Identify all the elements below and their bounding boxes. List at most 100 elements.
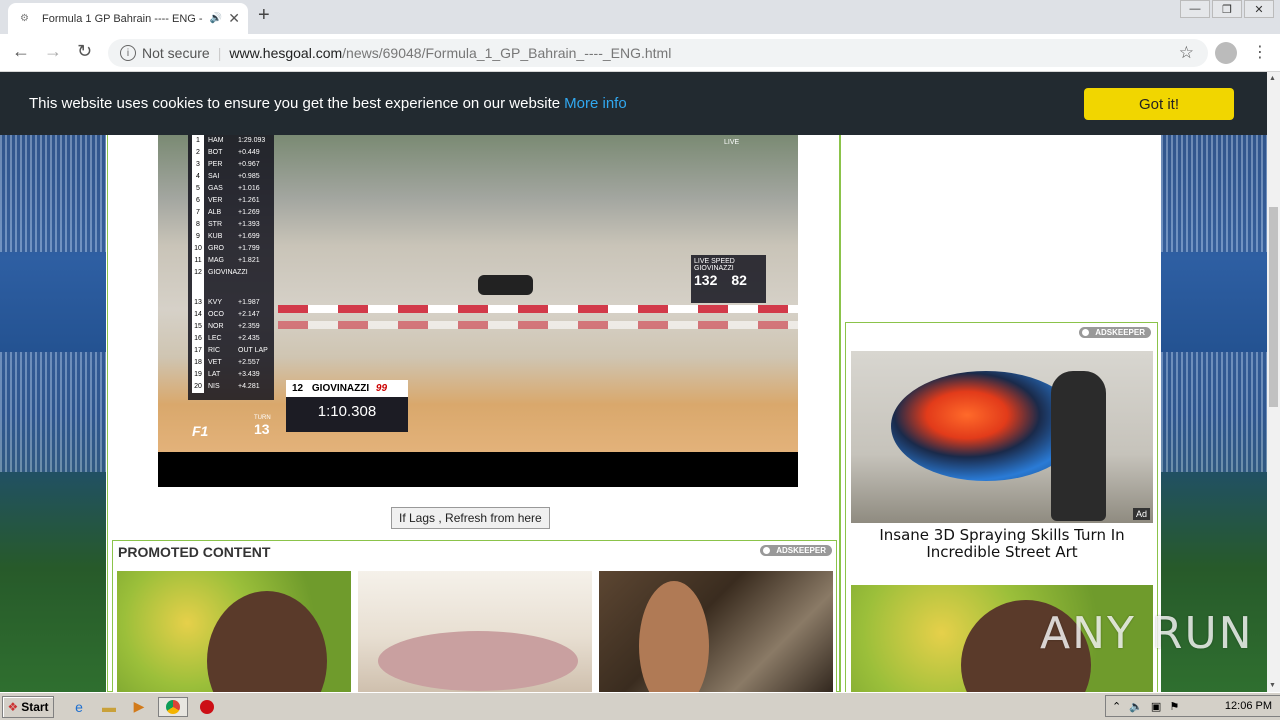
crowd-graphic [0,132,106,252]
leaderboard-position: 10 [192,243,204,255]
chrome-taskbar-icon[interactable] [158,696,188,717]
ad-badge: Ad [1132,508,1150,520]
profile-avatar[interactable] [1215,42,1237,64]
promoted-heading: PROMOTED CONTENT [118,544,271,560]
internet-explorer-icon[interactable]: e [68,697,90,717]
info-icon[interactable]: i [120,45,136,61]
minimize-button[interactable]: — [1180,0,1210,18]
start-button[interactable]: ❖ Start [2,695,54,718]
leaderboard-row: 10 GRO +1.799 [188,243,274,255]
leaderboard-row: 20 NIS +4.281 [188,381,274,393]
forward-button[interactable]: → [44,41,62,62]
url-domain: www.hesgoal.com [229,45,343,61]
f1-logo: F1 [192,423,209,439]
start-label: Start [21,699,49,714]
bookmark-star-icon[interactable]: ☆ [1179,43,1194,63]
background-left-stadium [0,72,106,692]
more-info-link[interactable]: More info [564,95,627,112]
cookie-banner: This website uses cookies to ensure you … [0,72,1267,135]
promoted-thumbnail[interactable] [117,571,351,692]
leaderboard-driver: ALB [208,209,222,216]
leaderboard-gap: +2.435 [238,335,260,342]
leaderboard-driver: VER [208,197,223,204]
crowd-graphic [0,352,106,472]
tab-title: Formula 1 GP Bahrain ---- ENG - [42,12,203,25]
leaderboard-position: 19 [192,369,204,381]
leaderboard-row: 6 VER +1.261 [188,195,274,207]
leaderboard-driver: BOT [208,149,223,156]
leaderboard-driver: STR [208,221,222,228]
url-path: /news/69048/Formula_1_GP_Bahrain_----_EN… [342,45,672,61]
promoted-thumbnail[interactable] [599,571,833,692]
browser-tab[interactable]: ⚙ Formula 1 GP Bahrain ---- ENG - 🔊 ✕ [8,3,248,34]
not-secure-label[interactable]: Not secure [142,45,210,61]
scroll-up-icon[interactable]: ▲ [1269,75,1276,82]
leaderboard-row: 11 MAG +1.821 [188,255,274,267]
leaderboard-position: 12 [192,267,204,297]
close-tab-icon[interactable]: ✕ [228,10,240,27]
background-right-stadium [1161,72,1267,692]
leaderboard-row: 17 RIC OUT LAP [188,345,274,357]
couple-figure [207,591,327,692]
flag-icon[interactable]: ⚑ [1169,700,1179,713]
leaderboard-position: 6 [192,195,204,207]
page-scrollbar[interactable]: ▲ ▼ [1267,72,1280,692]
leaderboard-row: 16 LEC +2.435 [188,333,274,345]
leaderboard-driver: KVY [208,299,223,306]
close-window-button[interactable]: ✕ [1244,0,1274,18]
live-speed-label: LIVE SPEED [694,258,735,265]
scroll-down-icon[interactable]: ▼ [1269,682,1276,689]
file-explorer-icon[interactable]: ▬ [98,697,120,717]
favicon-icon: ⚙ [20,13,29,24]
leaderboard-driver: KUB [208,233,223,240]
clock[interactable]: 12:06 PM [1225,700,1272,712]
artist-figure [1051,371,1106,521]
leaderboard-gap: +1.393 [238,221,260,228]
leaderboard-driver: MAG [208,257,224,264]
maximize-button[interactable]: ❐ [1212,0,1242,18]
system-tray: ⌃ 🔈 ▣ ⚑ 12:06 PM [1105,695,1280,717]
anyrun-watermark: ANY RUN [1040,608,1254,659]
audio-playing-icon[interactable]: 🔊 [210,13,222,24]
address-separator: | [217,45,222,61]
opera-icon[interactable] [196,697,218,717]
leaderboard-driver: GIOVINAZZI [208,269,248,276]
got-it-button[interactable]: Got it! [1084,88,1234,120]
leaderboard-position: 9 [192,231,204,243]
leaderboard-driver: HAM [208,137,224,144]
leaderboard-gap: +1.269 [238,209,260,216]
video-player[interactable]: LIVE 1 HAM 1:29.093 2 BOT +0.449 3 PER +0.967 4 SA… [158,135,798,487]
leaderboard-row: 12 GIOVINAZZI [188,267,274,297]
leaderboard-gap: +4.281 [238,383,260,390]
scroll-thumb[interactable] [1269,207,1278,407]
leaderboard-gap: +2.359 [238,323,260,330]
windows-taskbar: ❖ Start e ▬ ▶ ⌃ 🔈 ▣ ⚑ 12:06 PM [0,692,1280,720]
address-bar[interactable]: i Not secure | www.hesgoal.com /news/690… [108,39,1208,67]
leaderboard-position: 3 [192,159,204,171]
leaderboard-position: 5 [192,183,204,195]
leaderboard-position: 8 [192,219,204,231]
ad-title[interactable]: Insane 3D Spraying Skills Turn In Incred… [851,527,1153,561]
browser-menu-icon[interactable]: ⋮ [1252,42,1268,62]
leaderboard-position: 20 [192,381,204,393]
media-player-icon[interactable]: ▶ [128,697,150,717]
ad-image[interactable]: Ad [851,351,1153,523]
leaderboard-row: 18 VET +2.557 [188,357,274,369]
leaderboard-position: 16 [192,333,204,345]
volume-icon[interactable]: 🔈 [1129,700,1143,713]
tray-expand-icon[interactable]: ⌃ [1112,700,1121,713]
leaderboard-gap: +1.799 [238,245,260,252]
adskeeper-logo[interactable]: ADSKEEPER [760,545,832,556]
refresh-button[interactable]: If Lags , Refresh from here [391,507,550,529]
back-button[interactable]: ← [12,41,30,62]
kerb-stripe [278,305,798,313]
network-icon[interactable]: ▣ [1151,700,1161,713]
reload-button[interactable]: ↻ [77,41,92,62]
leaderboard-driver: NIS [208,383,220,390]
leaderboard-position: 7 [192,207,204,219]
timer-driver-row: 12 GIOVINAZZI 99 [286,380,408,397]
new-tab-button[interactable]: + [258,4,270,27]
leaderboard-gap: +1.261 [238,197,260,204]
promoted-thumbnail[interactable] [358,571,592,692]
adskeeper-logo[interactable]: ADSKEEPER [1079,327,1151,338]
